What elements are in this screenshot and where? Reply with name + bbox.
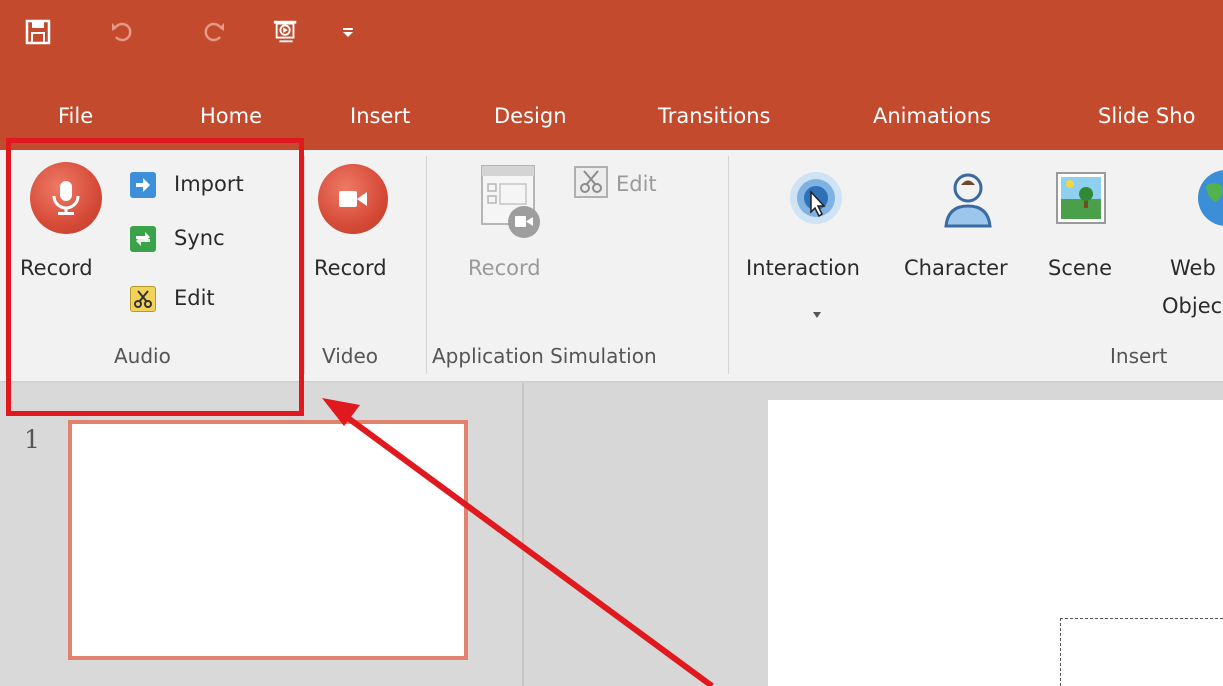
annotation-arrow <box>322 398 714 686</box>
